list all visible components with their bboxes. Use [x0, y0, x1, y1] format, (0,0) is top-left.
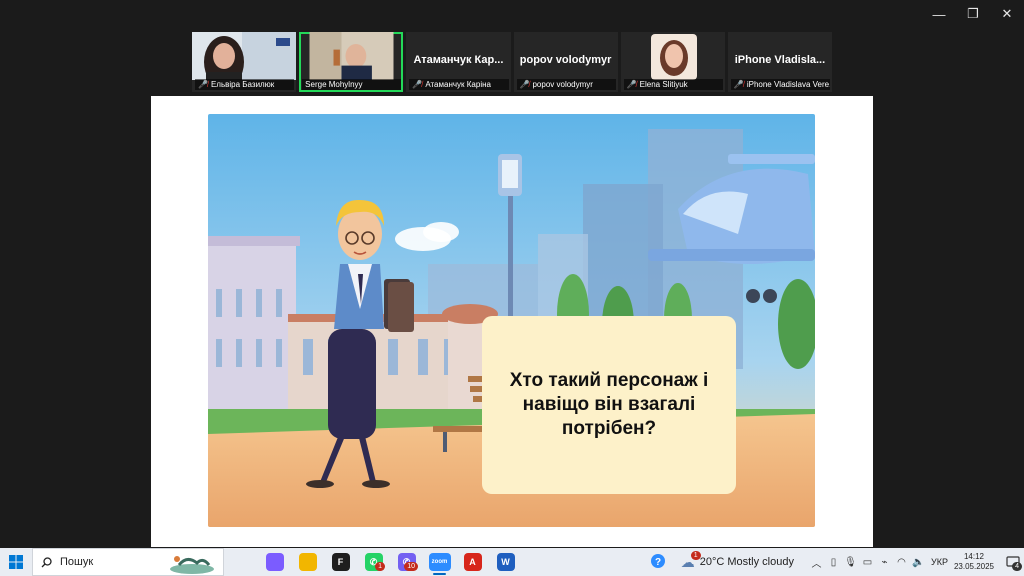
- copilot-icon: [265, 553, 284, 571]
- word-taskbar-button[interactable]: W: [489, 548, 522, 576]
- copilot-taskbar-button[interactable]: [258, 548, 291, 576]
- notification-center-button[interactable]: 4: [1002, 548, 1024, 576]
- restore-button[interactable]: ❐: [956, 0, 990, 28]
- participant-caption: 🎤̸ Атаманчук Каріна: [409, 79, 509, 90]
- taskbar-search-box[interactable]: Пошук: [32, 548, 224, 576]
- participant-strip: 🎤̸ Ельвіра Базилюк Serge Mohylnyy Атаманч…: [192, 32, 833, 92]
- participant-name-placeholder: iPhone Vladisla...: [734, 54, 826, 66]
- clock[interactable]: 14:12 23.05.2025: [954, 552, 994, 572]
- viber-taskbar-button[interactable]: ✆10: [390, 548, 423, 576]
- clock-date: 23.05.2025: [953, 562, 994, 571]
- minimize-button[interactable]: —: [922, 0, 956, 28]
- svg-text:?: ?: [655, 557, 661, 568]
- volume-icon[interactable]: 🔈: [910, 557, 927, 568]
- clock-time: 14:12: [963, 552, 984, 561]
- link-icon[interactable]: ⌁: [876, 557, 893, 568]
- word-icon: W: [496, 553, 515, 571]
- language-indicator[interactable]: УКР: [931, 557, 948, 567]
- window-controls: — ❐ ✕: [922, 0, 1024, 28]
- zoom-icon: zoom: [428, 553, 451, 571]
- participant-name-placeholder: Атаманчук Кар...: [413, 54, 504, 66]
- notification-count: 4: [1012, 562, 1022, 571]
- mic-muted-icon: 🎤̸: [733, 80, 744, 89]
- battery-icon[interactable]: ▭: [859, 557, 876, 568]
- participant-caption: 🎤̸ iPhone Vladislava Vere...: [730, 79, 831, 90]
- acrobat-icon: A: [463, 553, 482, 571]
- participant-tile[interactable]: Атаманчук Кар... 🎤̸ Атаманчук Каріна: [406, 32, 511, 92]
- device-icon[interactable]: ▯: [825, 557, 842, 568]
- participant-tile-active-speaker[interactable]: Serge Mohylnyy: [299, 32, 404, 92]
- participant-caption: 🎤̸ Ельвіра Базилюк: [195, 79, 295, 90]
- figma-taskbar-button[interactable]: F: [324, 548, 357, 576]
- acrobat-taskbar-button[interactable]: A: [456, 548, 489, 576]
- microphone-icon[interactable]: 🎙: [842, 557, 859, 568]
- windows-taskbar: Пошук F ✆1✆10 zoom AW ? ☁1 20°C Mostly clou…: [0, 548, 1024, 576]
- file-explorer-icon: [298, 553, 317, 571]
- participant-video: [309, 32, 394, 80]
- slide-question-text: Хто такий персонаж і навіщо він взагалі …: [509, 370, 709, 439]
- wifi-icon[interactable]: ◠: [893, 557, 910, 568]
- participant-caption: Serge Mohylnyy: [302, 79, 402, 90]
- mic-muted-icon: 🎤̸: [626, 80, 637, 89]
- participant-caption: 🎤̸ popov volodymyr: [516, 79, 616, 90]
- help-icon[interactable]: ?: [650, 553, 667, 572]
- participant-video: [192, 32, 297, 80]
- participant-tile[interactable]: 🎤̸ Ельвіра Базилюк: [192, 32, 297, 92]
- whatsapp-badge: 1: [375, 562, 385, 571]
- file-explorer-taskbar-button[interactable]: [291, 548, 324, 576]
- search-highlight-illustration-icon: [170, 556, 214, 574]
- mic-muted-icon: 🎤̸: [519, 80, 530, 89]
- participant-caption: 🎤̸ Elena Slitiyuk: [623, 79, 723, 90]
- figma-icon: F: [331, 553, 350, 571]
- participant-tile[interactable]: popov volodymyr 🎤̸ popov volodymyr: [513, 32, 618, 92]
- participant-name-placeholder: popov volodymyr: [519, 54, 612, 66]
- start-button[interactable]: [0, 548, 32, 576]
- search-icon: [41, 556, 52, 567]
- search-placeholder: Пошук: [60, 556, 94, 568]
- participant-video: [620, 32, 725, 80]
- cloud-icon: ☁ 1: [681, 550, 701, 571]
- zoom-meeting-window: — ❐ ✕ 🎤̸ Ельвіра Базилюк Serge Mohylnyy …: [0, 0, 1024, 548]
- chevron-up-icon[interactable]: ︿: [808, 555, 825, 570]
- mic-muted-icon: 🎤̸: [198, 80, 208, 89]
- question-card: Хто такий персонаж і навіщо він взагалі …: [482, 316, 736, 494]
- participant-tile[interactable]: 🎤̸ Elena Slitiyuk: [620, 32, 725, 92]
- weather-widget[interactable]: ☁ 1 20°C Mostly cloudy: [681, 550, 794, 571]
- close-button[interactable]: ✕: [990, 0, 1024, 28]
- system-tray: ? ☁ 1 20°C Mostly cloudy ︿ ▯ 🎙 ▭ ⌁ ◠ 🔈 УК…: [650, 548, 1024, 576]
- taskbar-pinned-apps: F ✆1✆10 zoom AW: [258, 548, 522, 576]
- windows-logo-icon: [9, 555, 23, 569]
- weather-text: 20°C Mostly cloudy: [699, 556, 794, 568]
- mic-muted-icon: 🎤̸: [412, 80, 423, 89]
- shared-screen-slide: Хто такий персонаж і навіщо він взагалі …: [151, 96, 873, 547]
- whatsapp-taskbar-button[interactable]: ✆ 1: [357, 548, 390, 576]
- weather-badge: 1: [690, 550, 701, 560]
- zoom-taskbar-button[interactable]: zoom: [423, 548, 456, 576]
- viber-badge: 10: [404, 562, 418, 571]
- participant-tile[interactable]: iPhone Vladisla... 🎤̸ iPhone Vladislava V…: [727, 32, 833, 92]
